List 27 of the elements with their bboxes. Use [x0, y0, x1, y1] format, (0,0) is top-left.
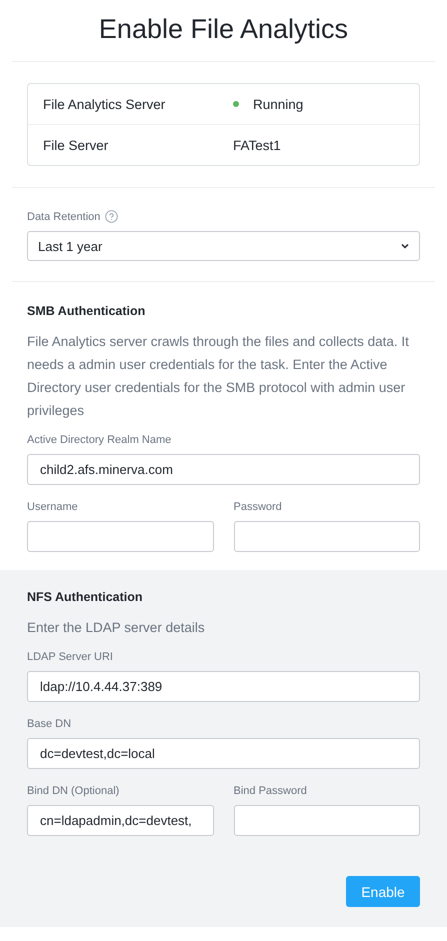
- input-field[interactable]: [234, 805, 420, 836]
- section-description: Enter the LDAP server details: [27, 619, 206, 637]
- input-field[interactable]: [27, 521, 214, 552]
- input-field[interactable]: cn=ldapadmin,dc=devtest,: [27, 805, 214, 836]
- status-text: Running: [253, 96, 304, 112]
- field-label: Base DN: [27, 718, 72, 730]
- page-title: Enable File Analytics: [98, 13, 350, 46]
- info-label: File Analytics Server: [43, 96, 166, 112]
- input-field[interactable]: dc=devtest,dc=local: [27, 738, 420, 769]
- retention-dropdown[interactable]: Last 1 year: [27, 231, 420, 261]
- field-label: Bind Password: [234, 785, 307, 797]
- field-label: Data Retention: [27, 210, 100, 222]
- field-label: Password: [234, 501, 282, 513]
- info-label: File Server: [43, 138, 110, 152]
- section-heading: SMB Authentication: [27, 304, 146, 318]
- input-field[interactable]: child2.afs.minerva.com: [27, 454, 420, 485]
- help-icon[interactable]: [105, 210, 118, 223]
- field-label: LDAP Server URI: [27, 651, 113, 663]
- chevron-down-icon: [401, 243, 409, 249]
- section-description: File Analytics server crawls through the files and collects data. It needs a admin user credentials for the task. Enter the Active Directory user credentials for the SMB protocol with admin user privileges: [27, 333, 410, 420]
- input-field[interactable]: [234, 521, 420, 552]
- field-label: Active Directory Realm Name: [27, 434, 172, 446]
- input-field[interactable]: ldap://10.4.44.37:389: [27, 671, 420, 702]
- field-label: Username: [27, 501, 78, 513]
- field-label: Bind DN (Optional): [27, 785, 120, 797]
- info-value: FATest1: [233, 138, 281, 152]
- section-heading: NFS Authentication: [27, 590, 144, 604]
